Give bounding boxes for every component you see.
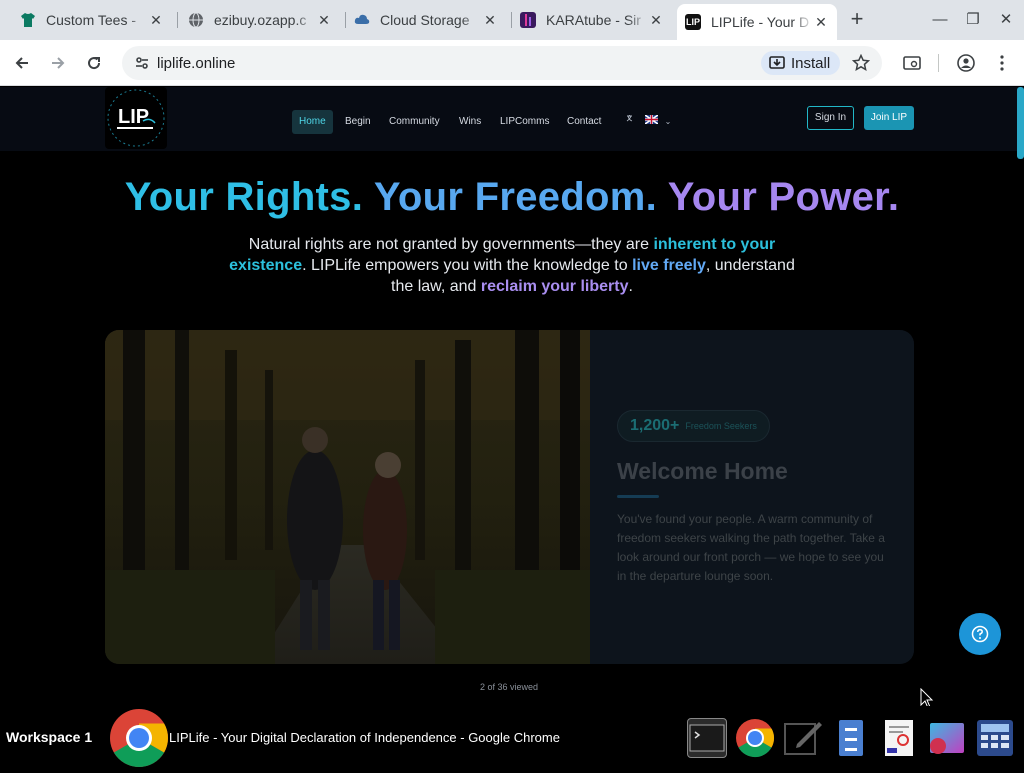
intro-paragraph: Natural rights are not granted by govern…: [222, 234, 802, 297]
install-icon: [769, 55, 785, 71]
nav-community[interactable]: Community: [382, 110, 447, 134]
viewed-counter: 2 of 36 viewed: [479, 682, 539, 692]
site-navbar: LIP Home Begin Community Wins LIPComms C…: [0, 87, 1024, 151]
intro-text: . LIPLife empowers you with the knowledg…: [302, 257, 633, 274]
hero-heading: Your Rights. Your Freedom. Your Power.: [0, 175, 1024, 220]
join-button[interactable]: Join LIP: [864, 106, 914, 130]
active-window-title[interactable]: LIPLife - Your Digital Declaration of In…: [169, 730, 560, 745]
translate-icon: [626, 115, 639, 127]
nav-lipcomms[interactable]: LIPComms: [493, 110, 556, 134]
url-text[interactable]: liplife.online: [157, 55, 235, 72]
lip-icon: LIP: [685, 14, 701, 30]
cloud-icon: [354, 12, 370, 28]
tab-title: ezibuy.ozapp.c: [214, 12, 307, 28]
member-count-label: Freedom Seekers: [685, 421, 757, 431]
image-viewer-icon[interactable]: [927, 718, 967, 758]
couple-walking-photo: [105, 330, 590, 664]
close-window-button[interactable]: ✕: [994, 8, 1018, 32]
file-archive-icon[interactable]: [831, 718, 871, 758]
welcome-text: You've found your people. A warm communi…: [617, 512, 885, 583]
back-button[interactable]: [10, 51, 34, 75]
scrollbar-thumb[interactable]: [1017, 87, 1024, 159]
intro-text: Natural rights are not granted by govern…: [248, 236, 654, 253]
help-button[interactable]: [959, 613, 1001, 655]
intro-highlight: reclaim your liberty: [480, 278, 629, 295]
tab-title: KARAtube - Sir: [546, 12, 641, 28]
sign-in-button[interactable]: Sign In: [807, 106, 854, 130]
language-selector[interactable]: ⌄: [626, 114, 671, 127]
intro-text: .: [628, 278, 633, 295]
close-icon[interactable]: ✕: [648, 12, 664, 28]
tab-karatube[interactable]: KARAtube - Sir ✕: [512, 4, 672, 36]
site-info-icon[interactable]: [134, 55, 150, 76]
calculator-icon[interactable]: [975, 718, 1015, 758]
tab-title: Custom Tees -: [46, 12, 136, 28]
workspace-label[interactable]: Workspace 1: [6, 729, 92, 745]
chrome-icon[interactable]: [109, 708, 169, 768]
karatube-icon: [520, 12, 536, 28]
forward-button[interactable]: [46, 51, 70, 75]
document-viewer-icon[interactable]: [879, 718, 919, 758]
nav-begin[interactable]: Begin: [338, 110, 378, 134]
bookmark-star-icon[interactable]: [851, 53, 871, 77]
tab-search-icon[interactable]: [900, 51, 924, 75]
welcome-card: 1,200+ Freedom Seekers Welcome Home You'…: [105, 330, 914, 664]
hero-part-power: Your Power.: [667, 175, 900, 219]
site-logo[interactable]: LIP: [105, 87, 167, 149]
chevron-down-icon: ⌄: [664, 117, 672, 126]
reload-button[interactable]: [82, 51, 106, 75]
help-icon: [971, 625, 989, 643]
close-icon[interactable]: ✕: [316, 12, 332, 28]
tab-liplife[interactable]: LIP LIPLife - Your D ✕: [677, 4, 837, 40]
chrome-taskbar-icon[interactable]: [735, 718, 775, 758]
tab-title: LIPLife - Your D: [711, 14, 810, 30]
heading-underline: [617, 495, 659, 498]
close-icon[interactable]: ✕: [482, 12, 498, 28]
hero-part-rights: Your Rights.: [124, 175, 364, 219]
hero-part-freedom: Your Freedom.: [373, 175, 658, 219]
text-editor-icon[interactable]: [783, 718, 823, 758]
taskbar: Workspace 1 LIPLife - Your Digital Decla…: [0, 706, 1024, 768]
install-label: Install: [791, 54, 831, 72]
tshirt-icon: [20, 12, 36, 28]
globe-icon: [188, 12, 204, 28]
browser-toolbar: liplife.online Install: [0, 40, 1024, 86]
address-bar[interactable]: liplife.online Install: [122, 46, 882, 80]
nav-contact[interactable]: Contact: [560, 110, 608, 134]
menu-icon[interactable]: [990, 51, 1014, 75]
profile-icon[interactable]: [954, 51, 978, 75]
close-icon[interactable]: ✕: [813, 14, 829, 30]
new-tab-button[interactable]: +: [846, 8, 868, 31]
uk-flag-icon: [644, 114, 659, 127]
page-content: LIP Home Begin Community Wins LIPComms C…: [0, 87, 1024, 706]
tab-cloud-storage[interactable]: Cloud Storage ✕: [346, 4, 506, 36]
svg-text:LIP: LIP: [118, 106, 149, 128]
terminal-icon[interactable]: [687, 718, 727, 758]
restore-button[interactable]: ❐: [961, 8, 985, 32]
welcome-card-content: 1,200+ Freedom Seekers Welcome Home You'…: [590, 330, 914, 664]
tab-ezibuy[interactable]: ezibuy.ozapp.c ✕: [180, 4, 340, 36]
install-button[interactable]: Install: [761, 51, 841, 75]
member-count-badge: 1,200+ Freedom Seekers: [617, 410, 770, 442]
tab-title: Cloud Storage: [380, 12, 470, 28]
tab-custom-tees[interactable]: Custom Tees - ✕: [12, 4, 172, 36]
nav-home[interactable]: Home: [292, 110, 333, 134]
close-icon[interactable]: ✕: [148, 12, 164, 28]
member-count: 1,200+: [630, 417, 680, 434]
nav-wins[interactable]: Wins: [452, 110, 488, 134]
minimize-button[interactable]: —: [928, 8, 952, 32]
welcome-heading: Welcome Home: [617, 458, 788, 484]
browser-tab-bar: Custom Tees - ✕ ezibuy.ozapp.c ✕ Cloud S…: [0, 0, 1024, 40]
intro-highlight: live freely: [632, 257, 706, 274]
mouse-cursor-icon: [920, 687, 934, 706]
